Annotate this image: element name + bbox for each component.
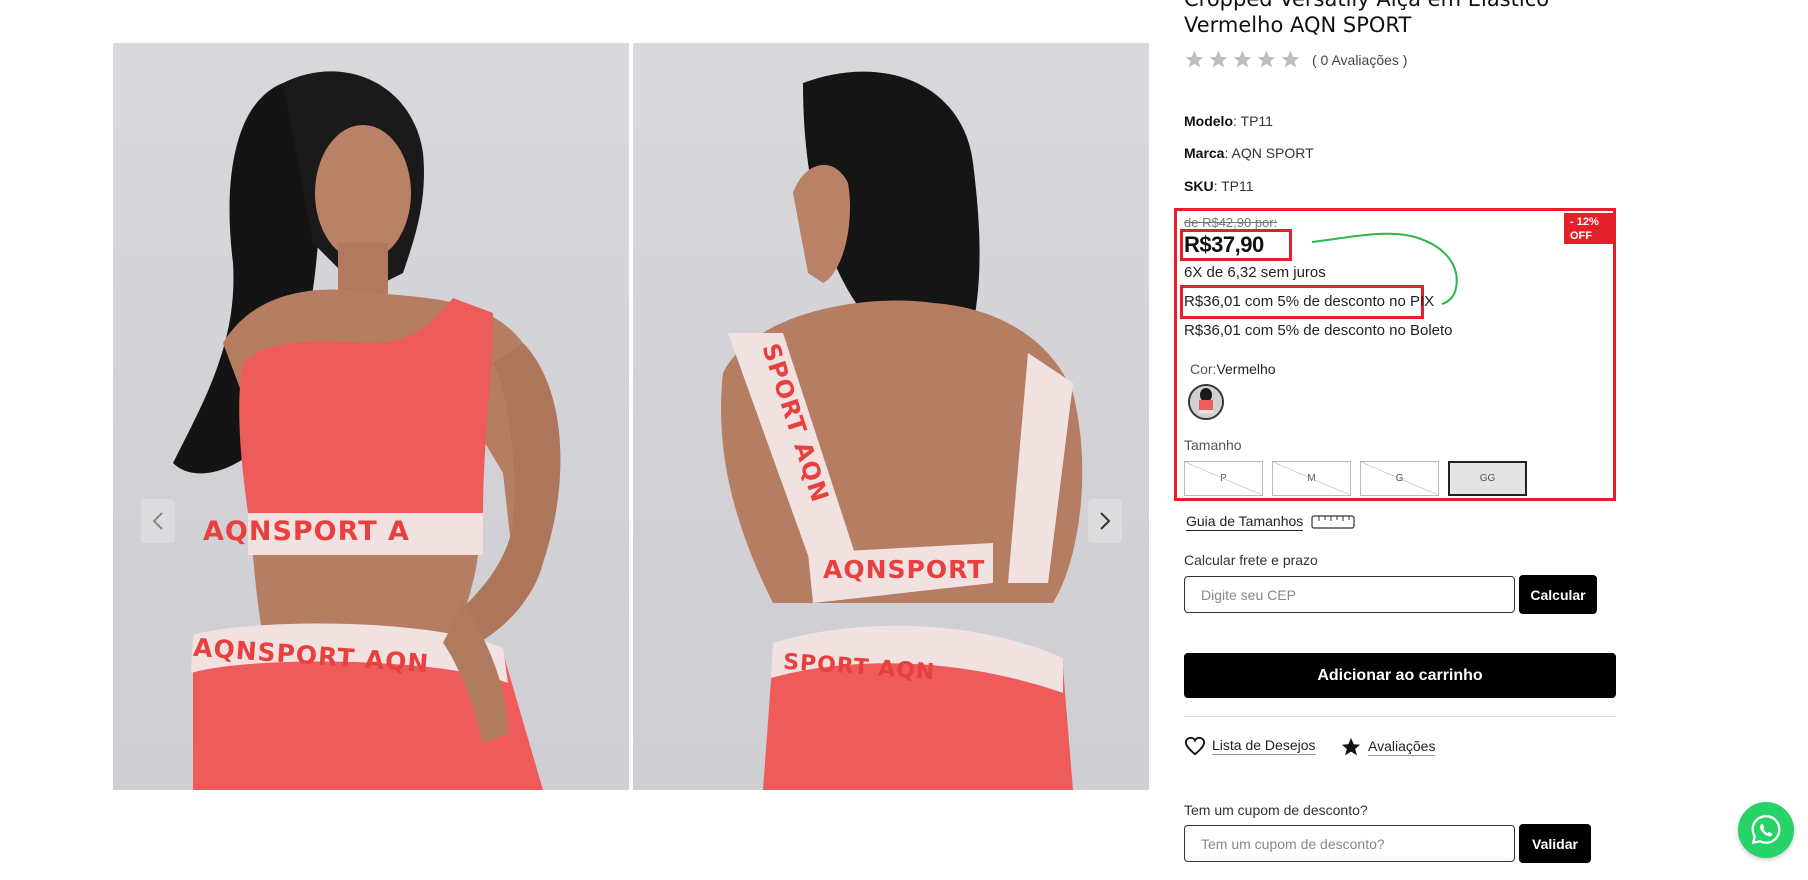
- product-gallery: AQNSPORT A AQNSPORT AQN SPORT AQN AQNSPO…: [113, 43, 1149, 790]
- star-icon: [1185, 50, 1204, 68]
- gallery-next-button[interactable]: [1088, 499, 1122, 543]
- product-title: Cropped Versatily Alça em Elástico Verme…: [1184, 0, 1549, 37]
- size-label: Tamanho: [1184, 437, 1242, 453]
- star-icon: [1281, 50, 1300, 68]
- size-option-label: GG: [1479, 473, 1496, 484]
- reviews-label: Avaliações: [1368, 738, 1436, 756]
- current-price: R$37,90: [1184, 232, 1264, 257]
- color-value: Vermelho: [1216, 361, 1276, 377]
- model-front-illustration: [173, 71, 561, 790]
- discount-badge-off: OFF: [1570, 230, 1592, 242]
- wishlist-label: Lista de Desejos: [1212, 737, 1316, 755]
- heart-icon: [1184, 736, 1206, 756]
- star-icon: [1209, 50, 1228, 68]
- rating-row: ( 0 Avaliações ): [1184, 49, 1407, 70]
- modelo-row: Modelo: TP11: [1184, 113, 1273, 129]
- marca-value: : AQN SPORT: [1224, 145, 1314, 161]
- band-text: AQNSPORT: [823, 555, 986, 584]
- sku-row: SKU: TP11: [1184, 178, 1254, 194]
- reviews-link[interactable]: Avaliações: [1340, 736, 1436, 758]
- swatch-thumbnail: [1190, 386, 1222, 418]
- shipping-label: Calcular frete e prazo: [1184, 552, 1318, 568]
- divider: [1184, 716, 1616, 717]
- size-option-p[interactable]: P: [1184, 461, 1263, 496]
- size-guide-label: Guia de Tamanhos: [1186, 513, 1304, 531]
- ruler-icon: [1311, 515, 1355, 529]
- rating-count[interactable]: ( 0 Avaliações ): [1312, 52, 1407, 68]
- marca-row: Marca: AQN SPORT: [1184, 145, 1314, 161]
- size-option-label: M: [1307, 473, 1316, 484]
- old-price: de R$42,90 por:: [1184, 215, 1278, 230]
- star-icon: [1233, 50, 1252, 68]
- size-option-label: P: [1220, 473, 1227, 484]
- color-swatch-vermelho[interactable]: [1188, 384, 1224, 420]
- cep-input[interactable]: [1184, 576, 1515, 613]
- gallery-prev-button[interactable]: [141, 499, 175, 543]
- chevron-right-icon: [1100, 512, 1111, 530]
- validate-coupon-button[interactable]: Validar: [1519, 824, 1591, 863]
- coupon-input[interactable]: [1184, 825, 1515, 862]
- size-option-label: G: [1395, 473, 1404, 484]
- size-option-gg[interactable]: GG: [1448, 461, 1527, 496]
- color-label-prefix: Cor:: [1190, 361, 1217, 377]
- calculate-shipping-button[interactable]: Calcular: [1519, 575, 1597, 614]
- marca-label: Marca: [1184, 145, 1225, 161]
- installments-text: 6X de 6,32 sem juros: [1184, 264, 1326, 281]
- boleto-price-text: R$36,01 com 5% de desconto no Boleto: [1184, 322, 1453, 339]
- band-text: AQNSPORT A: [203, 516, 410, 547]
- coupon-label: Tem um cupom de desconto?: [1184, 802, 1368, 818]
- whatsapp-icon: [1751, 815, 1781, 845]
- annotation-scribble: [1311, 232, 1458, 305]
- sku-label: SKU: [1184, 178, 1214, 194]
- star-icon: [1257, 50, 1276, 68]
- modelo-value: : TP11: [1233, 113, 1273, 129]
- star-icon: [1341, 737, 1361, 756]
- color-label: Cor:Vermelho: [1190, 361, 1276, 377]
- product-photo-front[interactable]: AQNSPORT A AQNSPORT AQN: [113, 43, 629, 790]
- discount-badge: - 12% OFF: [1564, 213, 1614, 244]
- whatsapp-button[interactable]: [1738, 802, 1794, 858]
- size-option-m[interactable]: M: [1272, 461, 1351, 496]
- size-option-g[interactable]: G: [1360, 461, 1439, 496]
- sku-value: : TP11: [1213, 178, 1254, 194]
- discount-badge-percent: - 12%: [1570, 216, 1599, 228]
- wishlist-link[interactable]: Lista de Desejos: [1184, 736, 1316, 756]
- modelo-label: Modelo: [1184, 113, 1233, 129]
- product-photo-back[interactable]: SPORT AQN AQNSPORT SPORT AQN: [633, 43, 1149, 790]
- add-to-cart-button[interactable]: Adicionar ao carrinho: [1184, 653, 1616, 698]
- chevron-left-icon: [152, 512, 163, 530]
- size-guide-link[interactable]: Guia de Tamanhos: [1186, 513, 1355, 531]
